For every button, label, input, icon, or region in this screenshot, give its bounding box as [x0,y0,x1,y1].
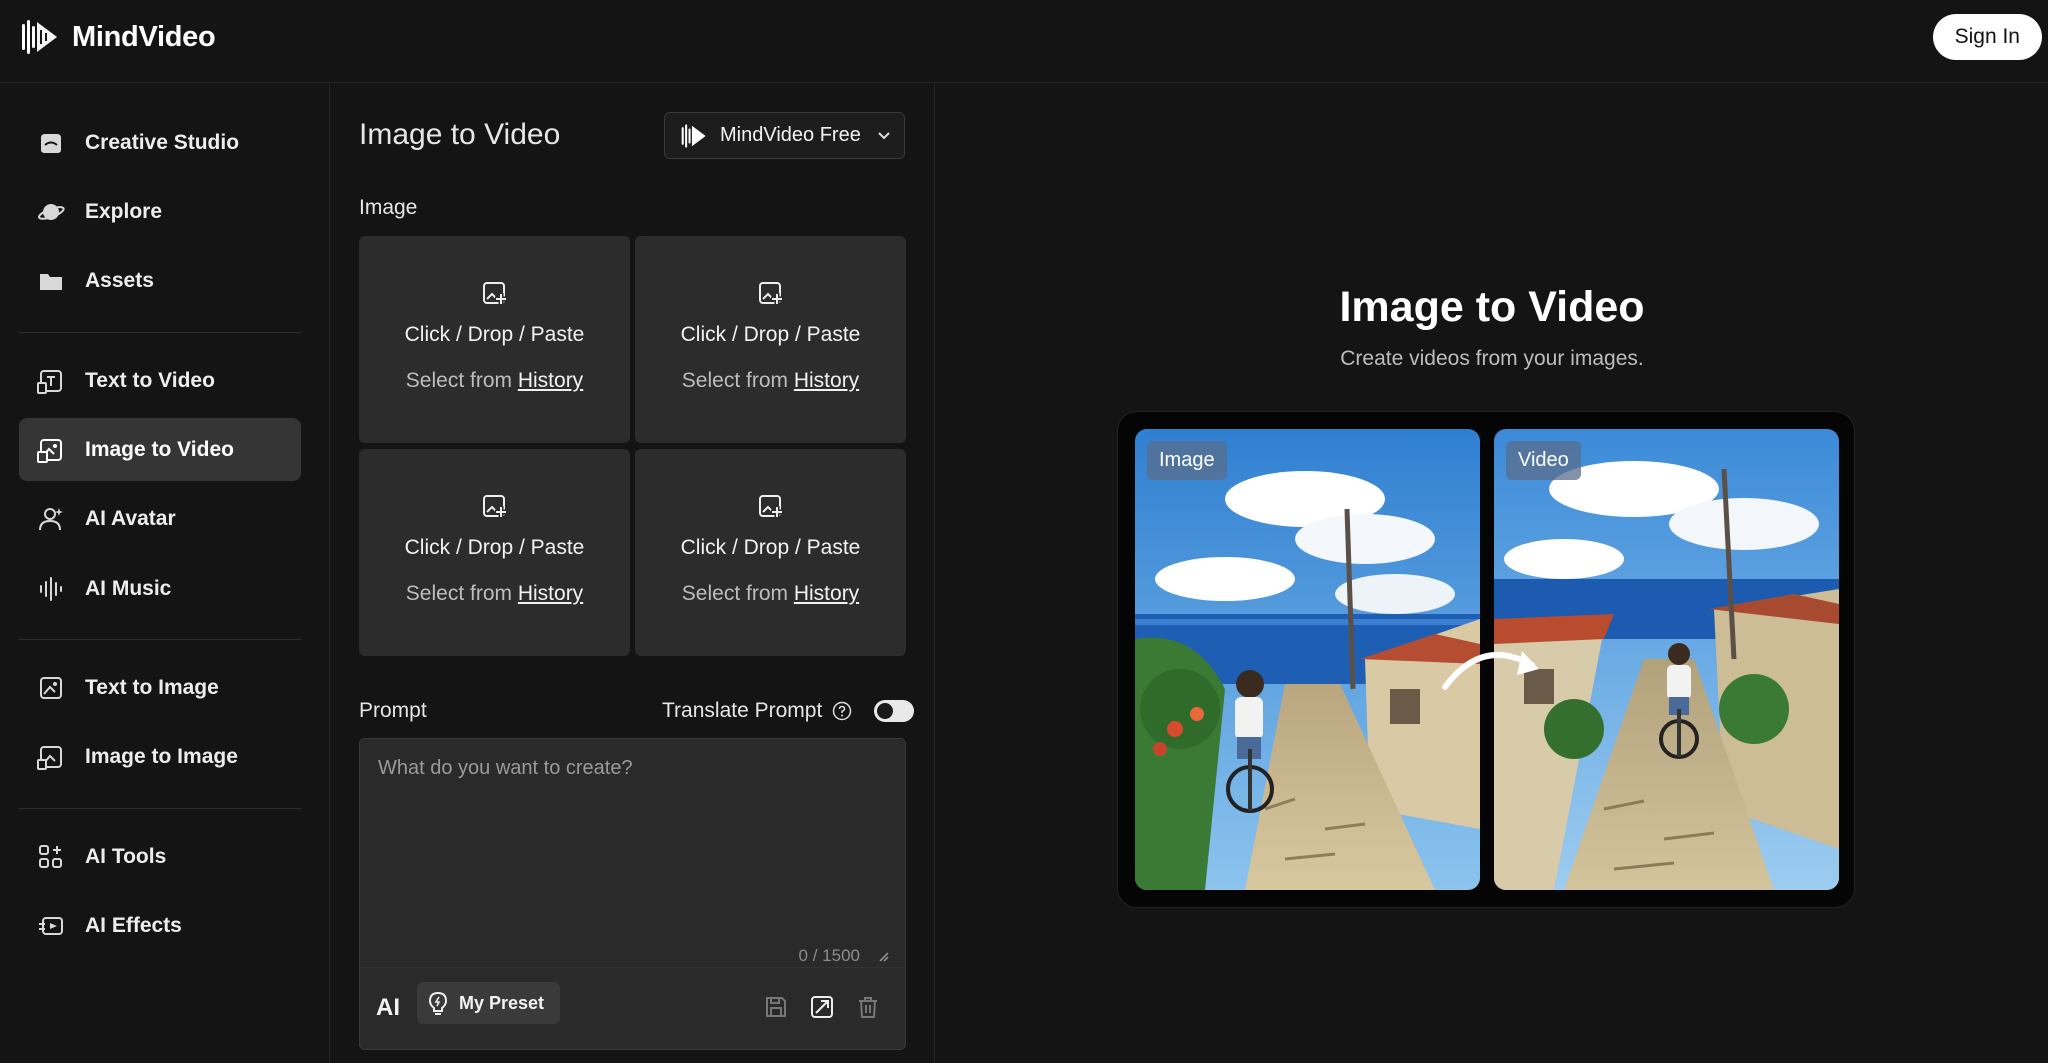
sidebar-divider [19,332,301,333]
sidebar-item-label: Explore [85,199,163,223]
sidebar-item-creative-studio[interactable]: Creative Studio [19,111,301,174]
transform-arrow-icon [1442,651,1539,690]
text-image-icon [40,676,62,699]
history-link[interactable]: History [794,369,859,392]
image-section-label: Image [359,196,418,219]
sidebar-item-ai-avatar[interactable]: AI Avatar [19,487,301,550]
brand-name: MindVideo [72,20,216,53]
generation-panel: Image to Video MindVideo Free Image Clic… [331,84,935,1063]
planet-icon [38,203,65,220]
sidebar-item-label: AI Avatar [85,506,176,530]
sidebar-item-label: Image to Video [85,437,234,461]
image-upload-icon [758,282,783,305]
waveform-icon [40,576,62,601]
sidebar-item-text-to-image[interactable]: Text to Image [19,656,301,719]
prompt-section-label: Prompt [359,699,427,722]
avatar-icon [39,507,63,530]
sidebar-item-label: Text to Image [85,675,219,699]
sidebar-divider [19,639,301,640]
select-prefix-text: Select from [405,582,512,605]
resize-handle-icon[interactable] [877,950,889,962]
text-video-icon [37,369,62,394]
select-from-history: Select from History [406,369,583,393]
sidebar-item-label: Image to Image [85,744,238,768]
image-upload-icon [758,495,783,518]
sidebar-item-image-to-video[interactable]: Image to Video [19,418,301,481]
sidebar-item-label: Text to Video [85,368,215,392]
upload-instruction: Click / Drop / Paste [680,536,861,559]
upload-instruction: Click / Drop / Paste [680,323,861,346]
image-upload-slot[interactable]: Click / Drop / Paste Select from History [635,449,906,656]
sidebar-item-ai-tools[interactable]: AI Tools [19,825,301,888]
prompt-input[interactable] [360,739,905,967]
my-preset-label: My Preset [459,992,545,1013]
image-image-icon [37,745,62,770]
page-title: Image to Video [359,118,561,151]
translate-prompt-label: Translate Prompt [662,699,823,722]
select-prefix-text: Select from [681,369,788,392]
sidebar-item-label: Creative Studio [85,130,240,154]
chevron-down-icon [878,131,890,139]
image-upload-icon [482,282,507,305]
image-tag: Image [1147,441,1227,480]
sample-image: Image [1135,429,1480,890]
select-from-history: Select from History [682,369,859,393]
lightbulb-icon [428,991,448,1015]
sidebar-item-explore[interactable]: Explore [19,180,301,243]
select-from-history: Select from History [406,582,583,606]
prompt-toolbar: AI My Preset [360,967,905,1049]
upload-instruction: Click / Drop / Paste [404,323,585,346]
trash-icon[interactable] [855,994,881,1020]
history-link[interactable]: History [794,582,859,605]
select-prefix-text: Select from [405,369,512,392]
char-counter: 0 / 1500 [798,946,860,965]
select-prefix-text: Select from [681,582,788,605]
sidebar-item-ai-music[interactable]: AI Music [19,557,301,620]
image-upload-slot[interactable]: Click / Drop / Paste Select from History [359,449,630,656]
sidebar-item-assets[interactable]: Assets [19,249,301,312]
mindvideo-logo-icon [681,123,706,148]
preview-showcase: Image Video [1117,411,1855,908]
top-bar: MindVideo Sign In [0,0,2048,83]
mindvideo-logo-icon [22,20,57,54]
model-select-value: MindVideo Free [720,124,861,146]
sidebar: Creative Studio Explore Assets Text to V… [0,84,330,1063]
tools-grid-icon [39,844,62,868]
sidebar-item-label: AI Tools [85,844,167,868]
brand-logo[interactable]: MindVideo [20,18,216,56]
image-upload-slot[interactable]: Click / Drop / Paste Select from History [359,236,630,443]
sign-in-button[interactable]: Sign In [1932,14,2042,60]
sidebar-item-label: AI Effects [85,913,182,937]
model-select[interactable]: MindVideo Free [664,112,905,159]
effects-icon [39,916,63,935]
translate-toggle[interactable] [874,700,915,722]
sidebar-item-text-to-video[interactable]: Text to Video [19,349,301,412]
image-upload-slot[interactable]: Click / Drop / Paste Select from History [635,236,906,443]
prompt-box: 0 / 1500 AI My Preset [359,738,906,1050]
toggle-knob [877,703,894,719]
sidebar-item-image-to-image[interactable]: Image to Image [19,725,301,788]
folder-icon [40,273,62,290]
studio-icon [41,133,61,153]
history-link[interactable]: History [518,582,583,605]
select-from-history: Select from History [682,582,859,606]
help-icon[interactable] [832,701,852,721]
ai-enhance-button[interactable]: AI [376,994,400,1022]
sidebar-item-ai-effects[interactable]: AI Effects [19,894,301,957]
image-video-icon [37,438,62,463]
image-insert-icon[interactable] [809,994,835,1020]
sidebar-item-label: AI Music [85,576,172,600]
save-icon[interactable] [763,994,789,1020]
sidebar-divider [19,808,301,809]
sidebar-item-label: Assets [85,268,154,292]
translate-prompt-control: Translate Prompt [662,699,915,723]
history-link[interactable]: History [518,369,583,392]
video-tag: Video [1506,441,1581,480]
preview-subtitle: Create videos from your images. [1340,347,1644,370]
image-upload-icon [482,495,507,518]
preview-title: Image to Video [1339,283,1645,331]
upload-instruction: Click / Drop / Paste [404,536,585,559]
my-preset-button[interactable]: My Preset [417,982,561,1024]
